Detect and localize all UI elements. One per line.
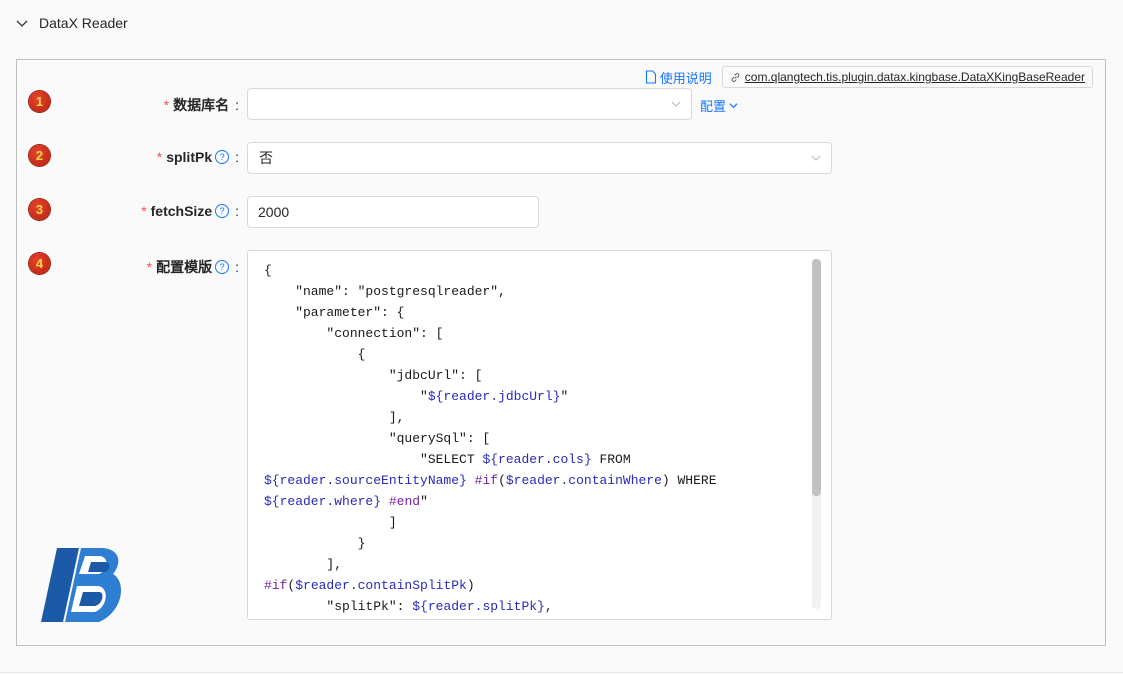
fetchsize-input[interactable]: [247, 196, 539, 228]
plugin-class-name: com.qlangtech.tis.plugin.datax.kingbase.…: [744, 70, 1085, 84]
chevron-down-icon: [729, 103, 738, 109]
template-label-text: 配置模版: [156, 259, 213, 275]
section-title: DataX Reader: [39, 15, 128, 31]
help-icon[interactable]: ?: [215, 260, 230, 274]
help-icon[interactable]: ?: [215, 150, 230, 164]
template-label: * 配置模版 ? :: [147, 257, 239, 277]
required-mark: *: [146, 259, 153, 275]
label-colon: :: [235, 203, 239, 219]
document-icon: [645, 70, 656, 84]
label-colon: :: [235, 97, 239, 113]
chevron-down-icon: [16, 20, 28, 27]
chevron-down-icon: [811, 155, 821, 161]
label-colon: :: [235, 259, 239, 275]
template-code: { "name": "postgresqlreader", "parameter…: [264, 263, 717, 614]
splitpk-value: 否: [259, 150, 273, 166]
chevron-down-icon: [671, 101, 681, 107]
top-links: 使用说明 com.qlangtech.tis.plugin.datax.king…: [645, 66, 1093, 88]
splitpk-select[interactable]: 否: [247, 142, 832, 174]
plugin-class-link[interactable]: com.qlangtech.tis.plugin.datax.kingbase.…: [721, 66, 1093, 88]
fetchsize-label: * fetchSize ? :: [141, 203, 239, 219]
template-code-editor[interactable]: { "name": "postgresqlreader", "parameter…: [247, 250, 832, 620]
fetchsize-label-text: fetchSize: [150, 203, 213, 219]
editor-scrollbar-thumb[interactable]: [812, 259, 821, 496]
usage-doc-label: 使用说明: [659, 70, 712, 86]
step-badge-1: 1: [29, 91, 50, 112]
usage-doc-link[interactable]: 使用说明: [645, 68, 712, 87]
link-icon: [731, 72, 740, 82]
label-colon: :: [235, 149, 239, 165]
help-icon[interactable]: ?: [215, 204, 230, 218]
required-mark: *: [163, 97, 170, 113]
config-dropdown-link[interactable]: 配置: [700, 96, 738, 115]
database-name-select[interactable]: [247, 88, 692, 120]
required-mark: *: [156, 149, 163, 165]
config-link-label: 配置: [700, 99, 727, 114]
tis-logo: [41, 548, 122, 622]
editor-scrollbar[interactable]: [812, 259, 821, 609]
database-name-label: * 数据库名 :: [164, 95, 239, 115]
splitpk-label-text: splitPk: [166, 149, 213, 165]
step-badge-3: 3: [29, 199, 50, 220]
step-badge-2: 2: [29, 145, 50, 166]
divider: [0, 672, 1123, 673]
reader-form-panel: 使用说明 com.qlangtech.tis.plugin.datax.king…: [16, 59, 1106, 646]
step-badge-4: 4: [29, 253, 50, 274]
splitpk-label: * splitPk ? :: [157, 149, 239, 165]
section-header[interactable]: DataX Reader: [15, 12, 128, 34]
database-name-label-text: 数据库名: [173, 97, 230, 113]
required-mark: *: [141, 203, 147, 219]
